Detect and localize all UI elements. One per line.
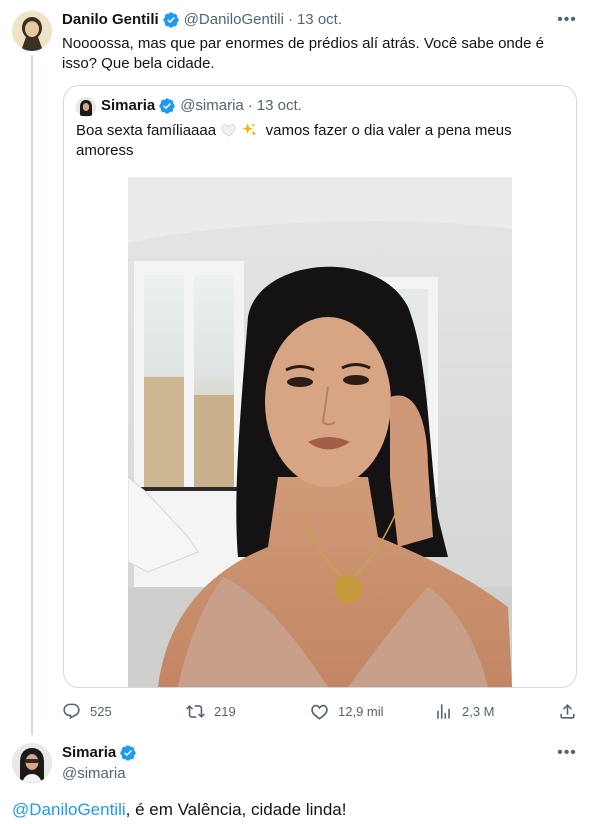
tweet-text: Noooossa, mas que par enormes de prédios… (62, 35, 544, 72)
reply-count: 525 (90, 703, 112, 719)
verified-badge-icon (159, 98, 175, 114)
danilo-avatar[interactable] (12, 11, 52, 51)
views-icon (437, 703, 450, 719)
simaria-avatar-small (76, 97, 96, 117)
main-tweet[interactable]: Danilo Gentili @DaniloGentili · 13 oct. … (0, 0, 596, 735)
reply-icon (63, 703, 80, 719)
verified-badge-icon (120, 745, 136, 761)
quote-author-name: Simaria (101, 97, 156, 114)
share-icon (560, 703, 575, 719)
main-tweet-header: Danilo Gentili @DaniloGentili · 13 oct. (62, 10, 342, 30)
quote-date: 13 oct. (256, 97, 302, 114)
retweet-button[interactable]: 219 (186, 700, 236, 722)
reply-author-handle[interactable]: @simaria (62, 764, 126, 784)
retweet-icon (186, 704, 205, 718)
quoted-tweet[interactable]: Simaria @simaria · 13 oct. Boa sexta fam… (63, 85, 577, 688)
reply-body: , é em Valência, cidade linda! (125, 800, 347, 819)
simaria-avatar[interactable] (12, 743, 52, 783)
tweet-date[interactable]: 13 oct. (297, 10, 342, 30)
share-button[interactable] (558, 700, 586, 722)
reply-button[interactable]: 525 (62, 700, 112, 722)
quote-text: Boa sexta famíliaaaa vamos fazer o dia v… (76, 121, 546, 161)
reply-header: Simaria (62, 743, 141, 763)
quote-text-part1: Boa sexta famíliaaaa (76, 122, 217, 139)
reply-author-name[interactable]: Simaria (62, 743, 116, 763)
quote-author-handle: @simaria (180, 97, 244, 114)
thread-line (31, 55, 33, 735)
author-name[interactable]: Danilo Gentili (62, 10, 159, 30)
author-handle[interactable]: @DaniloGentili (184, 10, 284, 30)
sparkles-emoji-icon (242, 123, 257, 136)
action-bar: 525 219 12,9 mil 2,3 M (62, 700, 582, 722)
like-count: 12,9 mil (338, 703, 384, 719)
views-button[interactable]: 2,3 M (434, 700, 495, 722)
verified-badge-icon (163, 12, 179, 28)
more-options-icon[interactable]: ••• (557, 743, 577, 763)
like-icon (311, 704, 328, 720)
like-button[interactable]: 12,9 mil (310, 700, 384, 722)
views-count: 2,3 M (462, 703, 495, 719)
quote-header: Simaria @simaria · 13 oct. (101, 96, 302, 116)
separator-dot: · (287, 11, 293, 28)
more-options-icon[interactable]: ••• (557, 10, 577, 30)
reply-text: @DaniloGentili, é em Valência, cidade li… (12, 799, 346, 821)
white-heart-emoji-icon (221, 124, 236, 137)
quoted-tweet-photo[interactable] (128, 177, 512, 687)
reply-tweet[interactable]: Simaria @simaria ••• @DaniloGentili, é e… (0, 735, 596, 824)
mention-link[interactable]: @DaniloGentili (12, 800, 126, 819)
retweet-count: 219 (214, 703, 236, 719)
separator-dot: · (247, 97, 253, 114)
